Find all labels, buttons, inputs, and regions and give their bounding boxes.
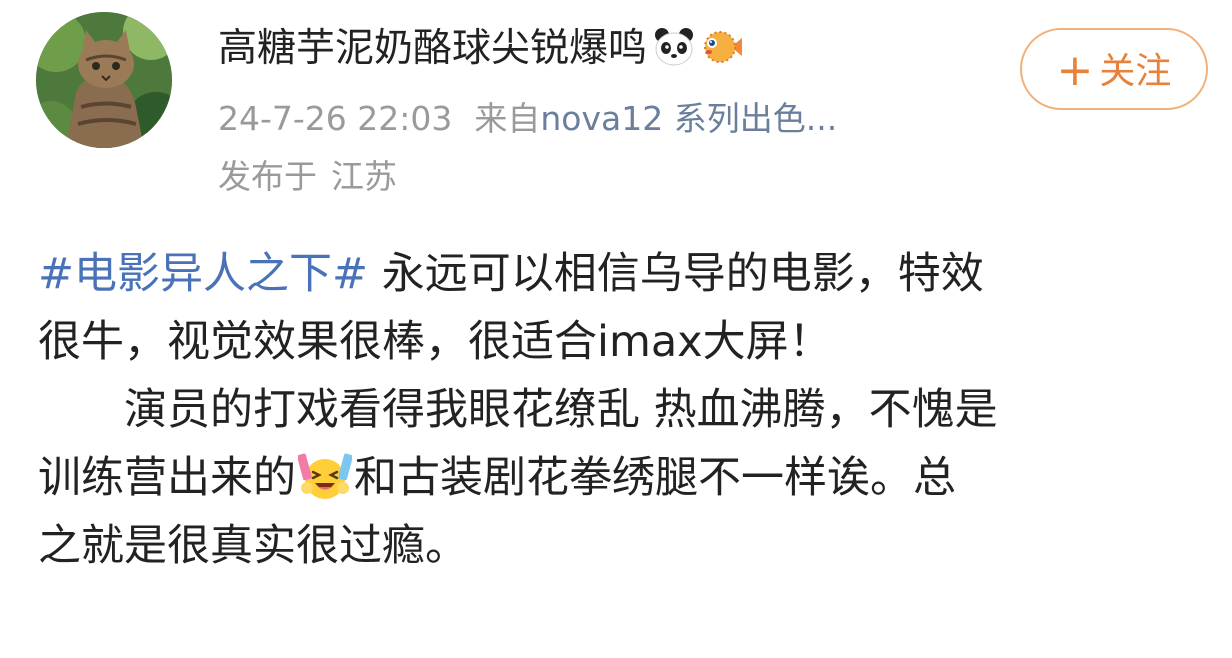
post-text-segment: 永远可以相信乌导的电影，特效 [368,249,984,299]
hashtag-link[interactable]: #电影异人之下# [38,249,368,299]
post-line: 之就是很真实很过瘾。 [38,521,468,571]
post-location: 发布于 江苏 [218,156,397,198]
post-text-segment: 和古装剧花拳绣腿不一样诶。总 [354,453,956,503]
pufferfish-emoji-icon [701,26,743,68]
source-prefix: 来自 [474,99,541,138]
post-datetime[interactable]: 24-7-26 22:03 [218,99,452,138]
post-meta: 24-7-26 22:03 来自nova12 系列出色... [218,98,837,140]
panda-emoji-icon [653,26,695,68]
post-line: 训练营出来的 和古装剧花拳绣腿不一样诶。总 [38,444,1208,512]
post-line: 演员的打戏看得我眼花缭乱 热血沸腾，不愧是 [124,385,998,435]
user-name-line: 高糖芋泥奶酪球尖锐爆鸣 [218,26,743,72]
post-line: #电影异人之下# 永远可以相信乌导的电影，特效 [38,240,1208,308]
weibo-post-card: 高糖芋泥奶酪球尖锐爆鸣 24-7-26 22:03 来自nova12 系列出色.… [0,0,1232,658]
cat-avatar-image [36,12,172,148]
user-name[interactable]: 高糖芋泥奶酪球尖锐爆鸣 [218,26,647,71]
follow-label: 关注 [1099,51,1172,92]
avatar[interactable] [36,12,172,148]
post-text-segment: 训练营出来的 [38,453,296,503]
device-source-link[interactable]: nova12 系列出色... [540,99,837,138]
post-text: #电影异人之下# 永远可以相信乌导的电影，特效 很牛，视觉效果很棒，很适合ima… [38,240,1208,580]
location-name: 江苏 [331,157,397,196]
laughing-cheering-emoji-icon [297,450,353,504]
post-line: 很牛，视觉效果很棒，很适合imax大屏！ [38,317,832,367]
plus-icon: + [1056,45,1094,96]
published-prefix: 发布于 [218,157,317,196]
follow-button[interactable]: + 关注 [1020,28,1208,110]
